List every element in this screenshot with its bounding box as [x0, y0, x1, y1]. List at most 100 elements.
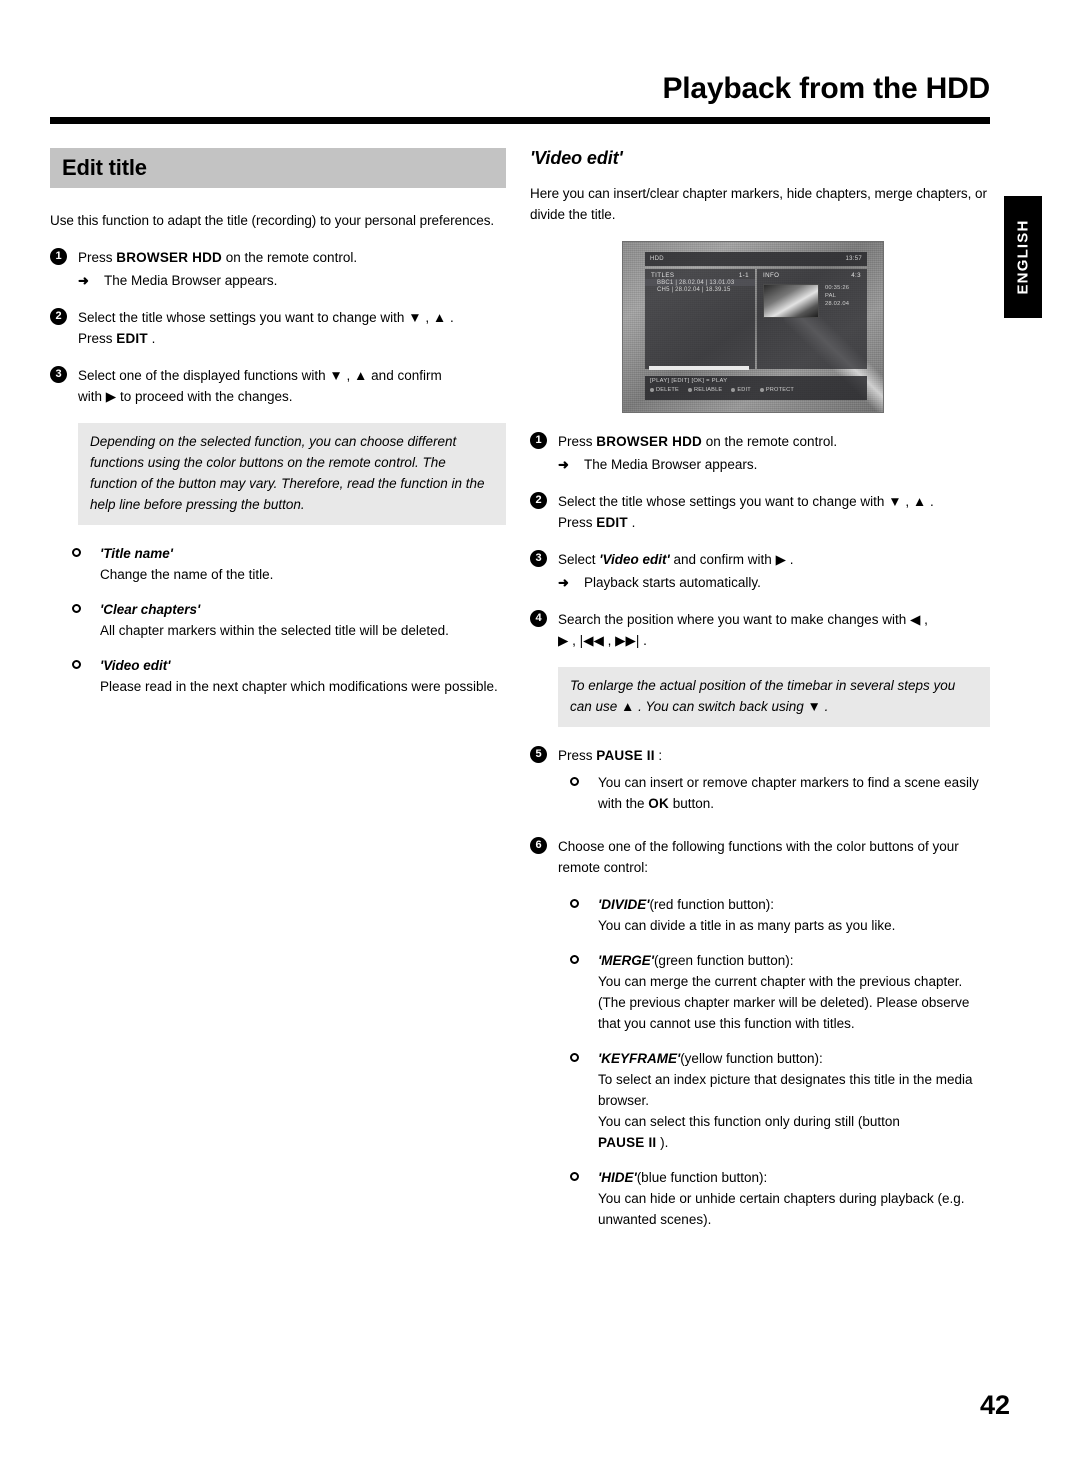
key-browser-hdd: BROWSER HDD: [596, 434, 702, 449]
tv-topbar: HDD 13:57: [645, 252, 867, 266]
bullet-circle-icon: [570, 1053, 579, 1062]
left-intro-text: Use this function to adapt the title (re…: [50, 213, 495, 228]
step-text-before: Press: [558, 748, 593, 763]
right-heading-video-edit: 'Video edit': [530, 148, 623, 168]
tv-aspect-badge: 4:3: [851, 272, 861, 279]
function-bullet-heading: 'HIDE'(blue function button):: [598, 1167, 990, 1188]
function-bullet-body2: You can select this function only during…: [598, 1111, 990, 1153]
function-bullet-heading: 'KEYFRAME'(yellow function button):: [598, 1048, 990, 1069]
step-number-badge: 1: [530, 432, 547, 449]
step6-text: Choose one of the following functions wi…: [558, 839, 959, 875]
color-dot-icon: [687, 388, 692, 392]
left-step-3: 3 Select one of the displayed functions …: [50, 365, 506, 407]
tv-metadata-block: 00:35:26 PAL 28.02.04: [825, 284, 849, 308]
function-suffix: (yellow function button):: [680, 1051, 823, 1066]
function-bullet-keyframe: 'KEYFRAME'(yellow function button): To s…: [558, 1048, 990, 1153]
arrow-glyphs-updown-icon: ▼ , ▲ .: [408, 310, 454, 325]
step-number-badge: 1: [50, 248, 67, 265]
step-text-line2: Press: [78, 331, 113, 346]
tv-color-button-red: DELETE: [650, 387, 679, 393]
step-number-badge: 3: [530, 550, 547, 567]
step-number-badge: 2: [530, 492, 547, 509]
function-bullet-divide: 'DIVIDE'(red function button): You can d…: [558, 894, 990, 936]
tv-title-row: BBC1 | 28.02.04 | 13.01.03: [645, 279, 755, 286]
arrow-right-glyph-icon: ▶: [105, 389, 117, 404]
step-text-before: Press: [78, 250, 113, 265]
right-step-4: 4 Search the position where you want to …: [530, 609, 990, 651]
step-text-line2-after: .: [151, 331, 156, 346]
tv-source-label: HDD: [650, 256, 664, 262]
step-number-badge: 3: [50, 366, 67, 383]
function-bullet-body: To select an index picture that designat…: [598, 1072, 973, 1108]
step-number-badge: 5: [530, 746, 547, 763]
function-name: 'MERGE': [598, 953, 654, 968]
key-edit: EDIT: [116, 331, 148, 346]
tv-progress-bar: [649, 366, 749, 370]
arrow-right-icon: ➜: [78, 273, 89, 288]
step-number-badge: 6: [530, 837, 547, 854]
step-text-after: on the remote control.: [705, 434, 838, 449]
step-result: ➜ The Media Browser appears.: [78, 270, 506, 291]
right-step-5: 5 Press PAUSE II : You can insert or rem…: [530, 745, 990, 814]
tv-color-button-label: DELETE: [656, 387, 679, 393]
bullet-circle-icon: [72, 548, 81, 557]
function-bullet-heading: 'MERGE'(green function button):: [598, 950, 990, 971]
step-text-before: Press: [558, 434, 593, 449]
color-dot-icon: [650, 388, 654, 392]
language-tab-label: ENGLISH: [1014, 219, 1032, 295]
tv-titles-panel: TITLES 1-1 BBC1 | 28.02.04 | 13.01.03 CH…: [645, 269, 755, 369]
right-step-2: 2 Select the title whose settings you wa…: [530, 491, 990, 533]
arrow-glyphs-updown-icon: ▼ , ▲ .: [888, 494, 934, 509]
step-text-line2-after: to proceed with the changes.: [119, 389, 293, 404]
tv-color-button-label: PROTECT: [765, 387, 794, 393]
bullet-heading: 'Video edit': [100, 658, 171, 673]
tv-titles-label: TITLES: [651, 272, 675, 279]
tv-info-label: INFO: [763, 272, 780, 279]
step-text-line1: Select one of the displayed functions wi…: [78, 368, 326, 383]
tv-meta-duration: 00:35:26: [825, 285, 850, 291]
function-name: 'KEYFRAME': [598, 1051, 681, 1066]
step-result: ➜ Playback starts automatically.: [558, 572, 990, 593]
step-text-line2-after: .: [631, 515, 636, 530]
bullet-heading: 'Title name': [100, 546, 173, 561]
step-text-line1: Search the position where you want to ma…: [558, 612, 907, 627]
header-divider-rule: [50, 117, 990, 124]
color-dot-icon: [759, 388, 764, 392]
step-text-before: Select: [558, 552, 596, 567]
tv-thumbnail-image: [763, 284, 819, 318]
step-number-badge: 2: [50, 308, 67, 325]
function-suffix: (blue function button):: [636, 1170, 768, 1185]
right-note-box: To enlarge the actual position of the ti…: [558, 667, 990, 727]
step-text-line1: Select the title whose settings you want…: [78, 310, 405, 325]
step-text-mid: and confirm with: [673, 552, 772, 567]
tv-color-button-label: EDIT: [737, 387, 751, 393]
page-header-title: Playback from the HDD: [662, 72, 990, 105]
right-step-6: 6 Choose one of the following functions …: [530, 836, 990, 878]
tv-color-button-blue: PROTECT: [759, 387, 794, 393]
tv-color-button-row: DELETE RELIABLE EDIT PROTECT: [650, 387, 862, 393]
color-dot-icon: [731, 388, 736, 392]
bullet-circle-icon: [570, 1172, 579, 1181]
function-suffix: (red function button):: [649, 897, 775, 912]
step-result-text: The Media Browser appears.: [584, 457, 758, 472]
language-tab: ENGLISH: [1004, 196, 1042, 318]
bullet-circle-icon: [570, 955, 579, 964]
left-note-box: Depending on the selected function, you …: [78, 423, 506, 525]
right-step-3: 3 Select 'Video edit' and confirm with ▶…: [530, 549, 990, 593]
tv-titles-count: 1-1: [738, 272, 749, 279]
document-page: Playback from the HDD ENGLISH Edit title…: [0, 0, 1080, 1473]
key-edit: EDIT: [596, 515, 628, 530]
tv-color-button-green: RELIABLE: [687, 387, 722, 393]
transport-glyphs-icon: ▶ , |◀◀ , ▶▶| .: [558, 633, 647, 648]
bullet-heading: 'Clear chapters': [100, 602, 201, 617]
step-text-after: .: [789, 552, 794, 567]
function-bullet-merge: 'MERGE'(green function button): You can …: [558, 950, 990, 1034]
bullet-circle-icon: [72, 660, 81, 669]
function-name: 'HIDE': [598, 1170, 637, 1185]
left-column: Edit title Use this function to adapt th…: [50, 148, 506, 711]
bullet-body: Please read in the next chapter which mo…: [100, 679, 498, 694]
step-result-text: The Media Browser appears.: [104, 273, 278, 288]
arrow-right-icon: ➜: [558, 457, 569, 472]
function-bullet-body: You can divide a title in as many parts …: [598, 918, 896, 933]
tv-color-button-yellow: EDIT: [731, 387, 751, 393]
